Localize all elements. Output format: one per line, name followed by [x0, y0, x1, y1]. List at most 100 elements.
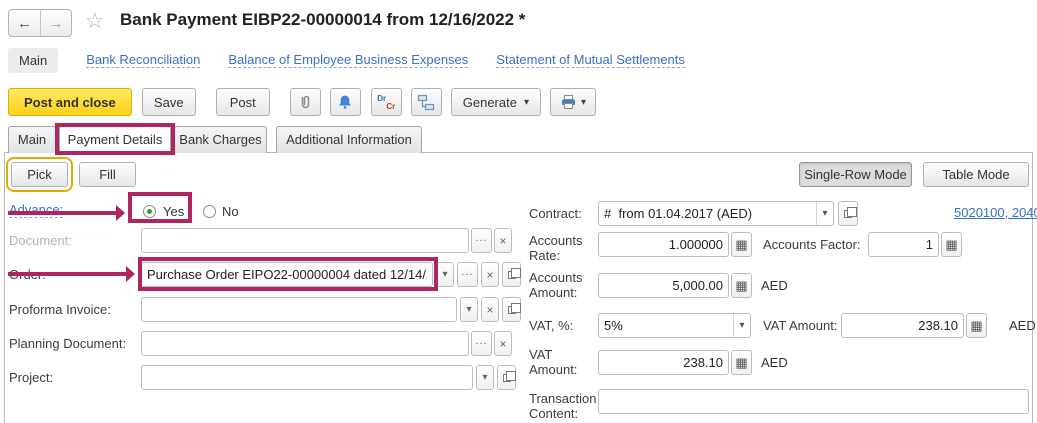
order-dropdown-button[interactable]: ▾: [436, 262, 454, 287]
order-label: Order:: [9, 262, 46, 287]
chevron-down-icon: ▾: [524, 97, 529, 108]
document-structure-button[interactable]: [411, 88, 442, 116]
tab-bank-charges[interactable]: Bank Charges: [174, 126, 267, 153]
accounts-factor-input[interactable]: [869, 233, 938, 256]
open-icon: [508, 306, 516, 314]
proforma-invoice-label: Proforma Invoice:: [9, 297, 111, 322]
order-choose-button[interactable]: ...: [457, 262, 478, 287]
document-choose-button[interactable]: ...: [471, 228, 492, 253]
accounts-factor-calc-button[interactable]: ▦: [941, 232, 962, 257]
project-open-button[interactable]: [497, 365, 516, 390]
planning-document-label: Planning Document:: [9, 331, 126, 356]
open-icon: [503, 374, 511, 382]
post-and-close-button[interactable]: Post and close: [8, 88, 132, 116]
bell-icon: [337, 94, 353, 110]
vat-amount-field: [598, 350, 729, 375]
vat-amount-inline-field: [841, 313, 964, 338]
fill-button[interactable]: Fill: [79, 162, 136, 187]
chevron-down-icon: ▾: [482, 372, 487, 383]
advance-no-radio[interactable]: [203, 205, 216, 218]
structure-icon: [417, 94, 435, 111]
accounts-factor-label: Accounts Factor:: [763, 232, 861, 257]
vat-amount-inline-input[interactable]: [842, 314, 963, 337]
chevron-down-icon: ▾: [442, 269, 447, 280]
order-open-button[interactable]: [502, 262, 521, 287]
vat-amount-inline-currency: AED: [1009, 313, 1036, 338]
tab-main[interactable]: Main: [8, 126, 56, 153]
chevron-down-icon: ▾: [466, 304, 471, 315]
project-field: [141, 365, 473, 390]
accounts-amount-calc-button[interactable]: ▦: [731, 273, 752, 298]
dr-cr-button[interactable]: DrCr: [371, 88, 402, 116]
attachments-button[interactable]: [290, 88, 321, 116]
advance-no-label[interactable]: No: [222, 204, 239, 219]
advance-label[interactable]: Advance:: [9, 202, 63, 218]
back-button[interactable]: ←: [9, 10, 40, 36]
accounts-rate-input[interactable]: [599, 233, 728, 256]
generate-button[interactable]: Generate ▾: [451, 88, 541, 116]
back-icon: ←: [17, 15, 32, 32]
ellipsis-icon: ...: [475, 335, 487, 347]
chevron-down-icon[interactable]: ▾: [733, 314, 750, 337]
vat-amount-inline-calc-button[interactable]: ▦: [966, 313, 987, 338]
nav-link-employee-business-expenses[interactable]: Balance of Employee Business Expenses: [228, 52, 468, 68]
document-input[interactable]: [142, 229, 468, 252]
contract-field: ▾: [598, 201, 834, 226]
transaction-content-input[interactable]: [599, 390, 1028, 413]
planning-clear-button[interactable]: ×: [494, 331, 512, 356]
nav-links-bar: Main Bank Reconciliation Balance of Empl…: [8, 46, 685, 74]
nav-link-mutual-settlements[interactable]: Statement of Mutual Settlements: [496, 52, 685, 68]
order-clear-button[interactable]: ×: [481, 262, 499, 287]
single-row-mode-button[interactable]: Single-Row Mode: [799, 162, 912, 187]
accounts-rate-label: Accounts Rate:: [529, 233, 599, 263]
command-toolbar: Post and close Save Post DrCr: [8, 88, 596, 116]
project-dropdown-button[interactable]: ▾: [476, 365, 494, 390]
contract-open-button[interactable]: [838, 201, 858, 226]
bank-payment-window: ← → ☆ Bank Payment EIBP22-00000014 from …: [0, 0, 1037, 423]
pick-button[interactable]: Pick: [11, 162, 68, 187]
nav-link-bank-reconciliation[interactable]: Bank Reconciliation: [86, 52, 200, 68]
post-button[interactable]: Post: [216, 88, 270, 116]
advance-yes-label[interactable]: Yes: [163, 204, 184, 219]
dr-cr-icon: DrCr: [377, 94, 395, 111]
proforma-open-button[interactable]: [502, 297, 521, 322]
history-nav: ← →: [8, 9, 72, 37]
tab-payment-details[interactable]: Payment Details: [59, 126, 171, 154]
contract-label: Contract:: [529, 201, 582, 226]
document-label: Document:: [9, 228, 72, 253]
vat-amount-input[interactable]: [599, 351, 728, 374]
planning-choose-button[interactable]: ...: [471, 331, 492, 356]
vat-percent-input[interactable]: [599, 314, 733, 337]
print-button[interactable]: ▾: [550, 88, 596, 116]
forward-button[interactable]: →: [40, 10, 71, 36]
vat-amount-calc-button[interactable]: ▦: [731, 350, 752, 375]
proforma-clear-button[interactable]: ×: [481, 297, 499, 322]
order-input[interactable]: [142, 263, 432, 286]
ellipsis-icon: ...: [475, 232, 487, 244]
table-mode-button[interactable]: Table Mode: [923, 162, 1029, 187]
reminder-button[interactable]: [330, 88, 361, 116]
favorite-star-icon[interactable]: ☆: [85, 8, 105, 34]
nav-link-main[interactable]: Main: [8, 48, 58, 73]
accounts-factor-field: [868, 232, 939, 257]
clear-icon: ×: [486, 303, 493, 317]
ellipsis-icon: ...: [461, 266, 473, 278]
accounts-rate-calc-button[interactable]: ▦: [731, 232, 752, 257]
planning-document-input[interactable]: [142, 332, 468, 355]
proforma-invoice-input[interactable]: [142, 298, 456, 321]
open-icon: [844, 210, 852, 218]
advance-yes-radio[interactable]: [143, 205, 156, 218]
accounts-amount-input[interactable]: [599, 274, 728, 297]
project-input[interactable]: [142, 366, 472, 389]
save-button[interactable]: Save: [142, 88, 196, 116]
vat-amount-inline-label: VAT Amount:: [763, 313, 837, 338]
gl-accounts-link[interactable]: 5020100, 2040100: [954, 205, 1037, 220]
proforma-dropdown-button[interactable]: ▾: [460, 297, 478, 322]
chevron-down-icon[interactable]: ▾: [816, 202, 833, 225]
chevron-down-icon: ▾: [581, 97, 586, 108]
tab-additional-information[interactable]: Additional Information: [276, 126, 422, 153]
accounts-rate-field: [598, 232, 729, 257]
document-clear-button[interactable]: ×: [494, 228, 512, 253]
contract-input[interactable]: [599, 202, 816, 225]
clear-icon: ×: [486, 268, 493, 282]
